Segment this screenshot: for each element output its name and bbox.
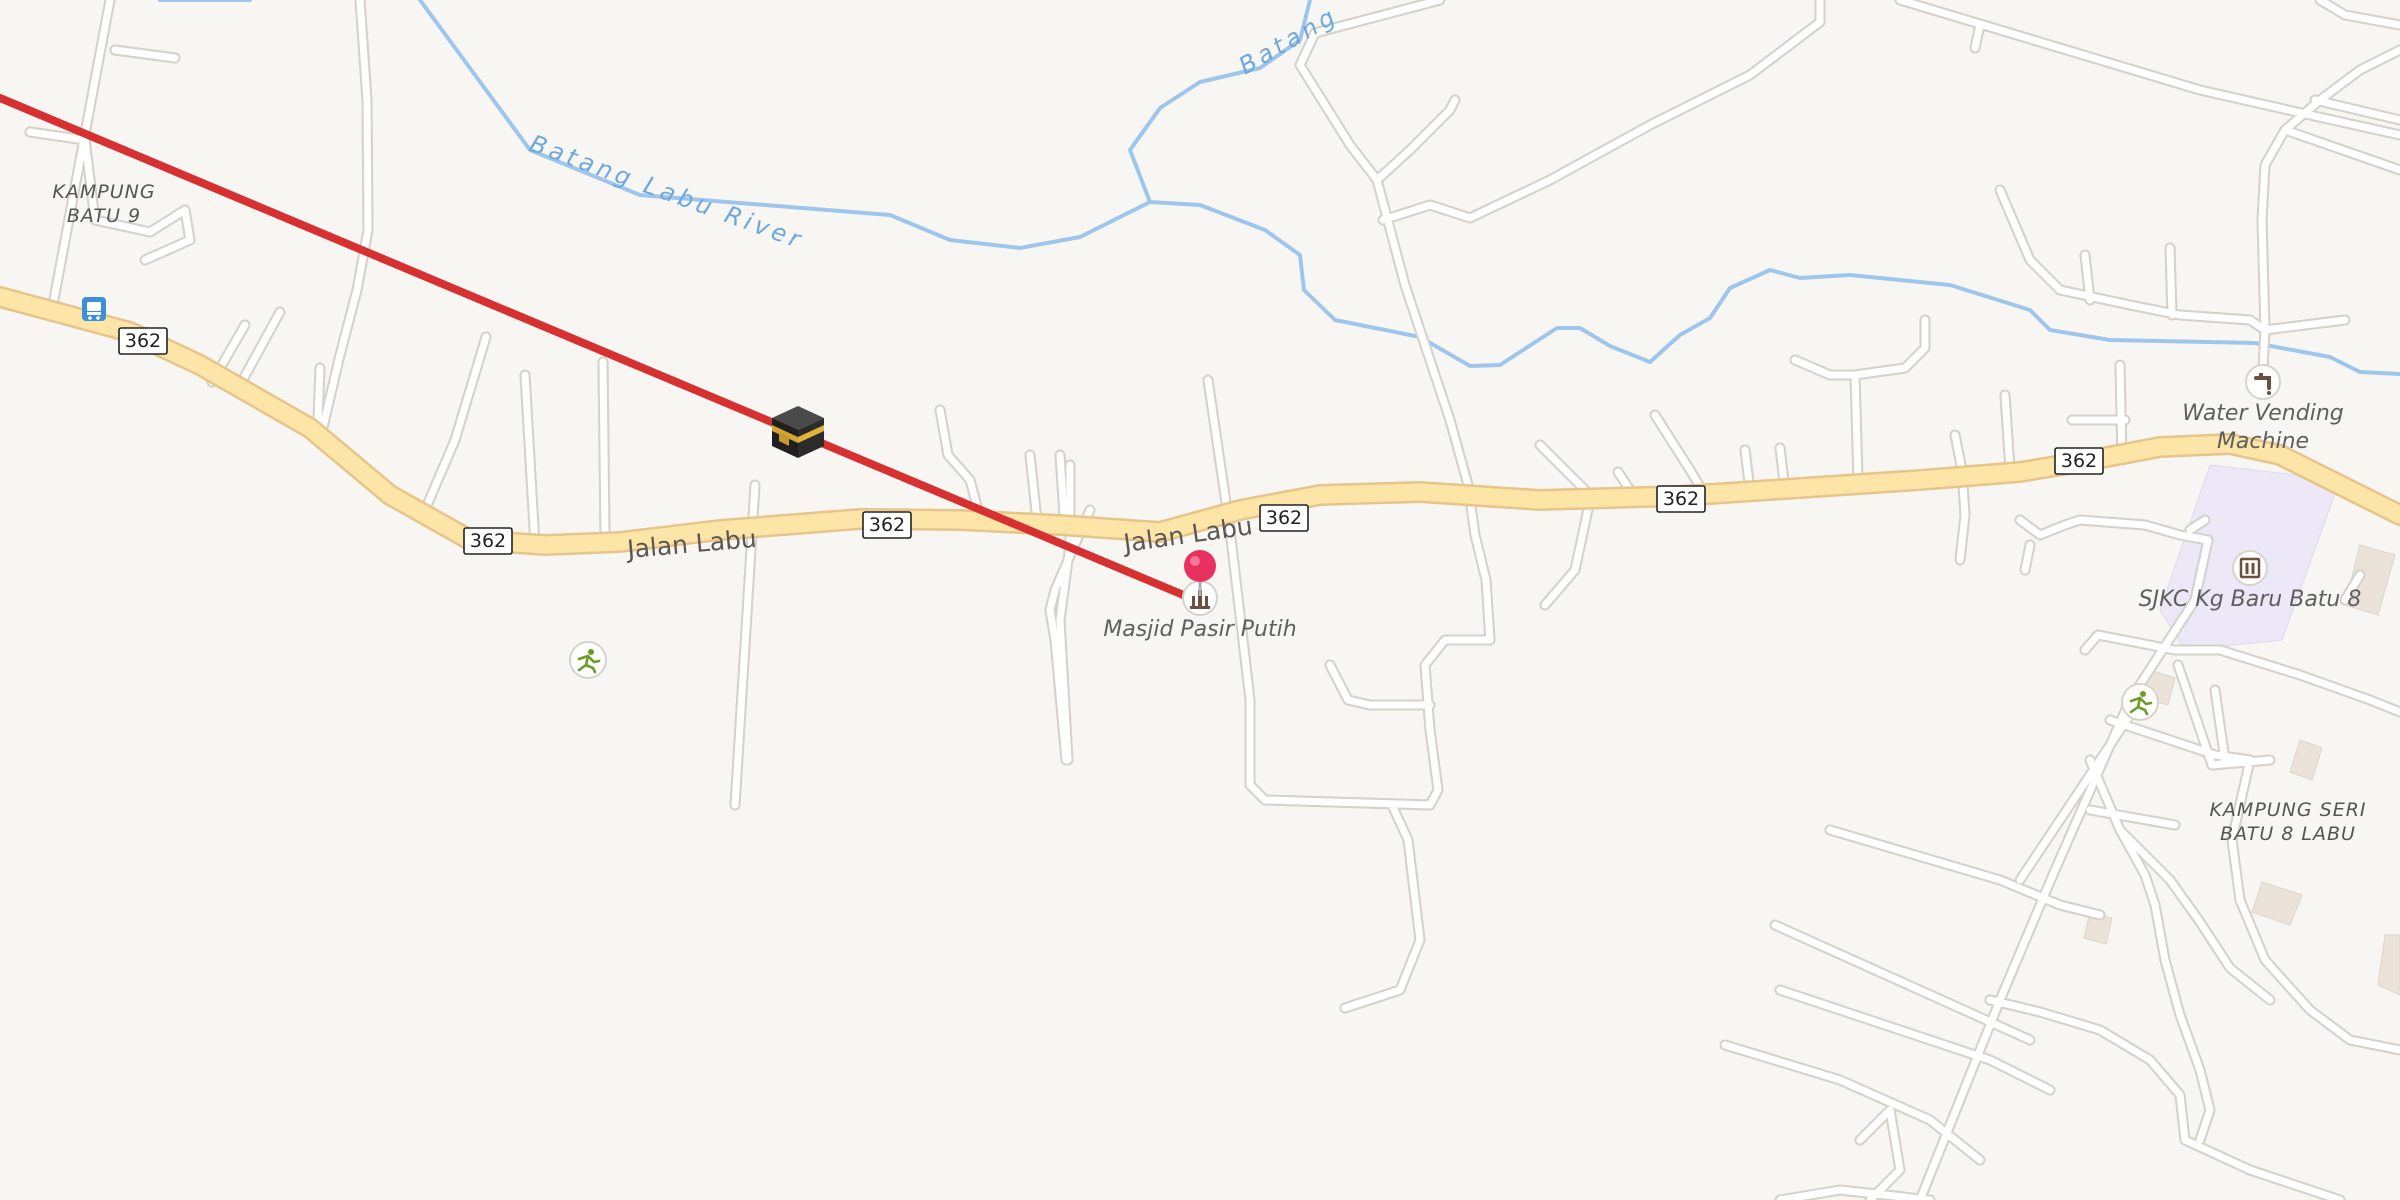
poi-label-masjid-pasir-putih: Masjid Pasir Putih — [1103, 617, 1296, 642]
route-shield: 362 — [1259, 504, 1309, 532]
building — [2289, 739, 2323, 781]
route-shield: 362 — [862, 511, 912, 539]
svg-text:362: 362 — [2061, 450, 2097, 472]
building — [2377, 934, 2400, 996]
svg-text:362: 362 — [1266, 507, 1302, 529]
svg-text:362: 362 — [869, 514, 905, 536]
poi-label-sjkc-kg-baru-batu-8: SJKC Kg Baru Batu 8 — [2139, 587, 2362, 612]
svg-text:362: 362 — [125, 330, 161, 352]
kaaba-icon[interactable] — [772, 406, 824, 458]
school-icon[interactable] — [2232, 550, 2268, 586]
svg-text:Water Vending: Water Vending — [2182, 401, 2343, 426]
svg-text:KAMPUNG: KAMPUNG — [52, 181, 155, 203]
river-label: Batang — [1234, 1, 1343, 80]
playground-icon[interactable] — [569, 641, 607, 679]
river-label: Batang Labu River — [526, 129, 808, 254]
svg-text:362: 362 — [1663, 488, 1699, 510]
svg-text:BATU 8 LABU: BATU 8 LABU — [2220, 823, 2356, 845]
playground-icon[interactable] — [2121, 683, 2159, 721]
route-shield: 362 — [2054, 447, 2104, 475]
svg-text:BATU 9: BATU 9 — [67, 205, 141, 227]
bus-stop-icon[interactable] — [82, 297, 106, 321]
main-road-jalan-labu[interactable] — [0, 288, 2400, 554]
route-shield: 362 — [118, 327, 168, 355]
svg-text:Machine: Machine — [2217, 429, 2309, 454]
map-canvas[interactable]: Batang Labu River Batang Jalan Labu Jala… — [0, 0, 2400, 1200]
route-shield: 362 — [1656, 485, 1706, 513]
water-tap-icon[interactable] — [2245, 364, 2281, 400]
svg-text:362: 362 — [470, 530, 506, 552]
route-shield: 362 — [463, 527, 513, 555]
main-road-casing — [0, 286, 2400, 556]
building — [2251, 881, 2303, 926]
svg-text:KAMPUNG SERI: KAMPUNG SERI — [2209, 799, 2366, 821]
